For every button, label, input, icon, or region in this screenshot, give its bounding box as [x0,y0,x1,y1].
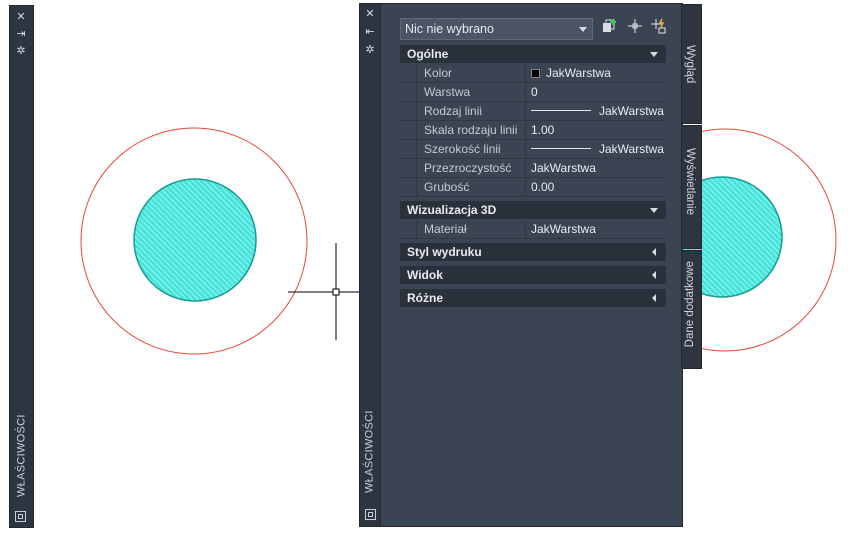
palette-title-strip: ✕ ⇤ ✲ WŁAŚCIWOŚCI [360,4,381,526]
section-general-label: Ogólne [407,47,449,61]
property-name: Warstwa [416,83,526,101]
selection-value: Nic nie wybrano [405,22,494,36]
property-name: Skala rodzaju linii [416,121,526,139]
color-swatch [531,69,540,78]
property-value[interactable]: JakWarstwa [526,220,666,238]
expand-icon [652,294,656,302]
property-value[interactable]: 1.00 [526,121,666,139]
general-rows: Kolor JakWarstwa Warstwa 0 Rodzaj linii … [400,64,666,197]
property-value[interactable]: JakWarstwa [526,140,666,158]
quick-select-icon[interactable] [648,18,668,38]
section-plot-style-label: Styl wydruku [407,245,482,259]
auto-hide-icon[interactable]: ⇤ [363,26,377,38]
lineweight-sample [531,148,591,149]
section-3d-visualization[interactable]: Wizualizacja 3D [400,201,666,219]
menu-icon[interactable] [15,511,26,522]
property-row-transparency[interactable]: Przezroczystość JakWarstwa [400,159,666,178]
property-name: Kolor [416,64,526,82]
section-plot-style[interactable]: Styl wydruku [400,243,666,261]
crosshair-cursor [288,243,360,340]
property-row-linetype-scale[interactable]: Skala rodzaju linii 1.00 [400,121,666,140]
select-objects-icon[interactable] [625,18,645,38]
section-general[interactable]: Ogólne [400,45,666,63]
property-row-lineweight[interactable]: Szerokość linii JakWarstwa [400,140,666,159]
selection-dropdown[interactable]: Nic nie wybrano [400,18,593,40]
property-value[interactable]: JakWarstwa [526,159,666,177]
property-name: Grubość [416,178,526,196]
property-value[interactable]: JakWarstwa [526,64,666,82]
tab-appearance-label: Wygląd [684,45,696,84]
tab-extra-data[interactable]: Dane dodatkowe [681,250,702,369]
property-value[interactable]: 0 [526,83,666,101]
palette-title: WŁAŚCIWOŚCI [15,414,28,498]
menu-icon[interactable] [365,509,376,520]
hatched-circle-left[interactable] [133,178,257,302]
property-name: Materiał [416,220,526,238]
collapse-icon [650,208,658,213]
collapse-icon [650,52,658,57]
property-row-linetype[interactable]: Rodzaj linii JakWarstwa [400,102,666,121]
settings-icon[interactable]: ✲ [14,45,28,57]
expand-icon [652,248,656,256]
tab-display[interactable]: Wyświetlanie [681,125,702,249]
properties-content: Nic nie wybrano Ogólne Kolor JakWarstwa [381,4,682,526]
property-row-color[interactable]: Kolor JakWarstwa [400,64,666,83]
toggle-pickadd-icon[interactable] [600,18,620,38]
palette-title: WŁAŚCIWOŚCI [363,410,376,493]
tab-display-label: Wyświetlanie [684,148,696,216]
properties-palette: ✕ ⇤ ✲ WŁAŚCIWOŚCI Nic nie wybrano Ogólne… [359,3,683,527]
property-name: Rodzaj linii [416,102,526,120]
settings-icon[interactable]: ✲ [363,44,377,56]
left-properties-palette[interactable]: ✕ ⇥ ✲ WŁAŚCIWOŚCI [9,5,34,528]
section-misc-label: Różne [407,291,443,305]
chevron-down-icon [579,27,587,32]
tab-extra-data-label: Dane dodatkowe [684,261,696,348]
auto-hide-icon[interactable]: ⇥ [14,28,28,40]
expand-icon [652,271,656,279]
property-value[interactable]: 0.00 [526,178,666,196]
section-misc[interactable]: Różne [400,289,666,307]
property-name: Przezroczystość [416,159,526,177]
linetype-sample [531,110,591,111]
property-row-material[interactable]: Materiał JakWarstwa [400,220,666,239]
close-icon[interactable]: ✕ [14,11,28,23]
property-row-thickness[interactable]: Grubość 0.00 [400,178,666,197]
visual3d-rows: Materiał JakWarstwa [400,220,666,239]
section-3d-label: Wizualizacja 3D [407,203,497,217]
property-name: Szerokość linii [416,140,526,158]
section-view[interactable]: Widok [400,266,666,284]
tab-appearance[interactable]: Wygląd [681,4,702,124]
close-icon[interactable]: ✕ [363,8,377,20]
property-row-layer[interactable]: Warstwa 0 [400,83,666,102]
property-value[interactable]: JakWarstwa [526,102,666,120]
section-view-label: Widok [407,268,443,282]
